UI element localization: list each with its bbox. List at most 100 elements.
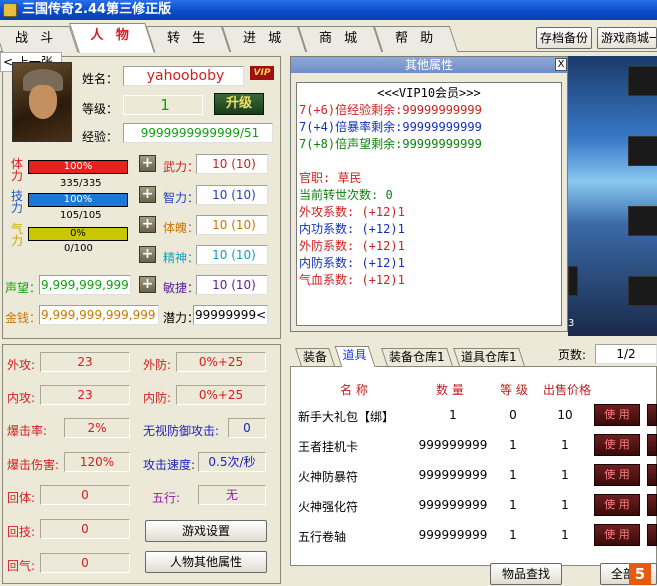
outer-defense-label: 外防: bbox=[143, 358, 172, 372]
physique-value: 10 (10) bbox=[196, 215, 268, 235]
tab-items[interactable]: 道具 bbox=[334, 346, 376, 367]
outer-defense-value: 0%+25 bbox=[176, 352, 266, 372]
use-item-button-extra[interactable] bbox=[647, 464, 657, 486]
item-level: 1 bbox=[509, 528, 517, 542]
close-button[interactable]: X bbox=[555, 58, 567, 71]
hp-bar: 100% bbox=[28, 160, 128, 174]
attribute-line: 7(+6)倍经验剩余:99999999999 bbox=[299, 103, 482, 117]
use-item-button-extra[interactable] bbox=[647, 494, 657, 516]
crit-rate-value: 2% bbox=[64, 418, 130, 438]
attribute-line: 气血系数: (+12)1 bbox=[299, 273, 405, 287]
tab-label: 进 城 bbox=[242, 31, 286, 46]
attack-speed-label: 攻击速度: bbox=[143, 458, 196, 472]
character-other-attributes-button[interactable]: 人物其他属性 bbox=[145, 551, 267, 573]
hp-percent: 100% bbox=[63, 161, 93, 172]
item-quantity: 999999999 bbox=[418, 528, 488, 542]
attribute-line: 7(+8)倍声望剩余:99999999999 bbox=[299, 137, 482, 151]
hp-regen-value: 0 bbox=[40, 485, 130, 505]
vip-badge: VIP bbox=[250, 66, 274, 80]
use-item-button[interactable]: 使 用 bbox=[594, 404, 640, 426]
attribute-line: 内防系数: (+12)1 bbox=[299, 256, 405, 270]
tab-label: 转 生 bbox=[166, 31, 210, 46]
exp-value: 9999999999999/51 bbox=[123, 123, 273, 143]
page-value: 1/2 bbox=[595, 344, 657, 364]
exp-label: 经验： bbox=[82, 130, 119, 144]
use-item-button[interactable]: 使 用 bbox=[594, 434, 640, 456]
tab-shop[interactable]: 商 城 bbox=[297, 26, 383, 52]
crit-damage-value: 120% bbox=[64, 452, 130, 472]
item-level: 1 bbox=[509, 498, 517, 512]
tab-label: 道具 bbox=[342, 348, 367, 362]
tab-equipment[interactable]: 装备 bbox=[295, 348, 335, 366]
tab-label: 人 物 bbox=[90, 28, 133, 43]
crit-rate-label: 爆击率: bbox=[7, 424, 48, 438]
scene-slot bbox=[568, 266, 578, 296]
attribute-line: <<<VIP10会员>>> bbox=[377, 86, 481, 100]
item-name: 火神强化符 bbox=[298, 500, 359, 514]
game-shop-button[interactable]: 游戏商城一 bbox=[597, 27, 657, 49]
intelligence-value: 10 (10) bbox=[196, 185, 268, 205]
mp-percent: 100% bbox=[63, 194, 93, 205]
tab-rebirth[interactable]: 转 生 bbox=[145, 26, 231, 52]
attribute-line: 官职: 草民 bbox=[299, 171, 362, 185]
five-elements-value: 无 bbox=[198, 485, 266, 505]
attribute-line bbox=[299, 153, 559, 170]
item-level: 1 bbox=[509, 438, 517, 452]
plus-intelligence-button[interactable]: + bbox=[139, 186, 156, 203]
tab-enter-city[interactable]: 进 城 bbox=[221, 26, 307, 52]
qi-regen-label: 回气: bbox=[7, 559, 36, 573]
tab-help[interactable]: 帮 助 bbox=[373, 26, 459, 52]
plus-strength-button[interactable]: + bbox=[139, 155, 156, 172]
use-item-button-extra[interactable] bbox=[647, 404, 657, 426]
qi-regen-value: 0 bbox=[40, 553, 130, 573]
upgrade-button[interactable]: 升级 bbox=[214, 93, 264, 115]
spirit-value: 10 (10) bbox=[196, 245, 268, 265]
scene-slot bbox=[628, 276, 657, 306]
spirit-label: 精神： bbox=[163, 251, 200, 265]
item-price: 1 bbox=[561, 438, 569, 452]
plus-spirit-button[interactable]: + bbox=[139, 246, 156, 263]
item-price: 10 bbox=[557, 408, 573, 422]
item-quantity: 1 bbox=[449, 408, 457, 422]
mp-bar: 100% bbox=[28, 193, 128, 207]
item-level: 1 bbox=[509, 468, 517, 482]
attack-speed-value: 0.5次/秒 bbox=[198, 452, 266, 472]
use-item-button-extra[interactable] bbox=[647, 524, 657, 546]
use-item-button[interactable]: 使 用 bbox=[594, 494, 640, 516]
prestige-label: 声望： bbox=[5, 281, 42, 295]
plus-physique-button[interactable]: + bbox=[139, 216, 156, 233]
attribute-line: 外防系数: (+12)1 bbox=[299, 239, 405, 253]
item-quantity: 999999999 bbox=[418, 438, 488, 452]
header-price: 出售价格 bbox=[543, 383, 592, 397]
tab-label: 装备 bbox=[303, 350, 328, 364]
tab-item-storage[interactable]: 道具仓库1 bbox=[453, 348, 525, 366]
attribute-line: 7(+4)倍暴率剩余:99999999999 bbox=[299, 120, 482, 134]
ignore-defense-label: 无视防御攻击: bbox=[143, 424, 220, 438]
tab-battle[interactable]: 战 斗 bbox=[0, 26, 79, 52]
qi-percent: 0% bbox=[70, 228, 86, 239]
tab-equipment-storage[interactable]: 装备仓库1 bbox=[381, 348, 453, 366]
header-level: 等 级 bbox=[500, 383, 528, 397]
scene-slot bbox=[628, 136, 657, 166]
header-quantity: 数 量 bbox=[436, 383, 464, 397]
main-tab-bar: 战 斗 人 物 转 生 进 城 商 城 帮 助 存档备份 游戏商城一 bbox=[0, 20, 657, 53]
game-settings-button[interactable]: 游戏设置 bbox=[145, 520, 267, 542]
item-price: 1 bbox=[561, 498, 569, 512]
save-backup-button[interactable]: 存档备份 bbox=[536, 27, 592, 49]
attribute-line: 外攻系数: (+12)1 bbox=[299, 205, 405, 219]
physique-label: 体魄： bbox=[163, 221, 200, 235]
use-item-button[interactable]: 使 用 bbox=[594, 464, 640, 486]
item-search-button[interactable]: 物品查找 bbox=[490, 563, 562, 585]
site-logo-icon: 5 bbox=[629, 563, 651, 585]
hp-label: 体力 bbox=[11, 157, 24, 183]
tab-label: 装备仓库1 bbox=[389, 350, 445, 364]
window-title: 三国传奇2.44第三修正版 bbox=[0, 0, 657, 20]
outer-attack-value: 23 bbox=[40, 352, 130, 372]
use-item-button-extra[interactable] bbox=[647, 434, 657, 456]
hp-value: 335/335 bbox=[60, 178, 102, 189]
strength-value: 10 (10) bbox=[196, 154, 268, 174]
money-label: 金钱： bbox=[5, 311, 42, 325]
tab-character[interactable]: 人 物 bbox=[69, 23, 155, 53]
plus-agility-button[interactable]: + bbox=[139, 276, 156, 293]
use-item-button[interactable]: 使 用 bbox=[594, 524, 640, 546]
